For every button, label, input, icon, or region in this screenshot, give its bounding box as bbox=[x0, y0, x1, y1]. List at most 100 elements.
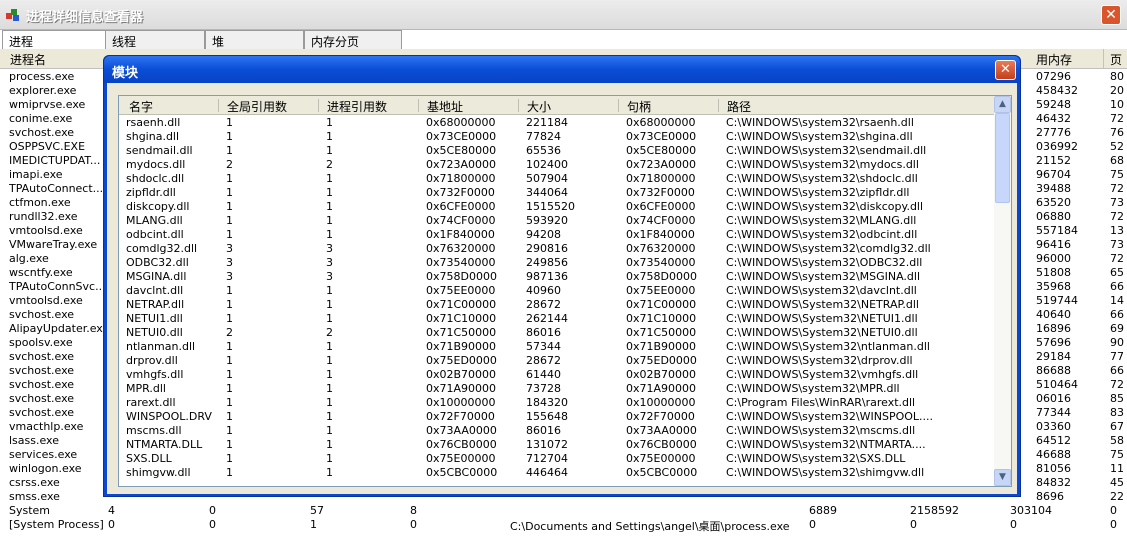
module-cell-base: 0x68000000 bbox=[426, 116, 496, 129]
header-handle[interactable]: 句柄 bbox=[627, 98, 651, 115]
app-icon bbox=[6, 9, 19, 21]
tab-process[interactable]: 进程 bbox=[2, 30, 106, 50]
memory-value: 557184 bbox=[1036, 224, 1078, 237]
header-memory[interactable]: 用内存 bbox=[1036, 51, 1072, 68]
scroll-thumb[interactable] bbox=[995, 113, 1010, 203]
module-cell-p: 1 bbox=[326, 186, 333, 199]
module-row[interactable]: NTMARTA.DLL 1 1 0x76CB0000 131072 0x76CB0000 C… bbox=[119, 437, 995, 451]
module-cell-name: davclnt.dll bbox=[126, 284, 184, 297]
column-separator[interactable] bbox=[318, 99, 319, 112]
module-row[interactable]: rsaenh.dll 1 1 0x68000000 221184 0x68000000 C:… bbox=[119, 115, 995, 129]
module-cell-size: 28672 bbox=[526, 354, 561, 367]
header-process-name[interactable]: 进程名 bbox=[10, 51, 46, 68]
process-name: imapi.exe bbox=[9, 168, 63, 181]
header-pages[interactable]: 页 bbox=[1110, 51, 1122, 68]
module-row[interactable]: ODBC32.dll 3 3 0x73540000 249856 0x73540000 C:… bbox=[119, 255, 995, 269]
tab-memory-pages[interactable]: 内存分页 bbox=[304, 30, 402, 49]
module-cell-g: 1 bbox=[226, 116, 233, 129]
module-cell-name: WINSPOOL.DRV bbox=[126, 410, 212, 423]
module-cell-base: 0x723A0000 bbox=[426, 158, 497, 171]
pages-value: 45 bbox=[1110, 476, 1124, 489]
module-cell-g: 1 bbox=[226, 298, 233, 311]
module-cell-path: C:\WINDOWS\system32\diskcopy.dll bbox=[726, 200, 924, 213]
module-cell-handle: 0x73CE0000 bbox=[626, 130, 697, 143]
module-row[interactable]: vmhgfs.dll 1 1 0x02B70000 61440 0x02B70000 C:\… bbox=[119, 367, 995, 381]
module-cell-name: ODBC32.dll bbox=[126, 256, 189, 269]
module-row[interactable]: davclnt.dll 1 1 0x75EE0000 40960 0x75EE0000 C:… bbox=[119, 283, 995, 297]
module-cell-g: 1 bbox=[226, 312, 233, 325]
header-name[interactable]: 名字 bbox=[129, 98, 153, 115]
module-row[interactable]: MLANG.dll 1 1 0x74CF0000 593920 0x74CF0000 C:\… bbox=[119, 213, 995, 227]
module-row[interactable]: zipfldr.dll 1 1 0x732F0000 344064 0x732F0000 C… bbox=[119, 185, 995, 199]
memory-value: 35968 bbox=[1036, 280, 1071, 293]
module-cell-path: C:\WINDOWS\system32\ODBC32.dll bbox=[726, 256, 923, 269]
tab-heap[interactable]: 堆 bbox=[205, 30, 304, 49]
module-row[interactable]: ntlanman.dll 1 1 0x71B90000 57344 0x71B90000 C… bbox=[119, 339, 995, 353]
module-row[interactable]: odbcint.dll 1 1 0x1F840000 94208 0x1F840000 C:… bbox=[119, 227, 995, 241]
window-close-button[interactable]: ✕ bbox=[1101, 5, 1121, 25]
module-cell-handle: 0x10000000 bbox=[626, 396, 696, 409]
module-cell-path: C:\WINDOWS\system32\MPR.dll bbox=[726, 382, 900, 395]
memory-value: 40640 bbox=[1036, 308, 1071, 321]
module-cell-base: 0x71B90000 bbox=[426, 340, 497, 353]
column-separator[interactable] bbox=[418, 99, 419, 112]
process-name: IMEDICTUPDAT... bbox=[9, 154, 101, 167]
module-row[interactable]: shgina.dll 1 1 0x73CE0000 77824 0x73CE0000 C:\… bbox=[119, 129, 995, 143]
module-row[interactable]: NETRAP.dll 1 1 0x71C00000 28672 0x71C00000 C:\… bbox=[119, 297, 995, 311]
module-cell-size: 507904 bbox=[526, 172, 568, 185]
module-row[interactable]: shdoclc.dll 1 1 0x71800000 507904 0x71800000 C… bbox=[119, 171, 995, 185]
process-name: svchost.exe bbox=[9, 308, 75, 321]
module-cell-p: 1 bbox=[326, 116, 333, 129]
module-row[interactable]: mscms.dll 1 1 0x73AA0000 86016 0x73AA0000 C:\W… bbox=[119, 423, 995, 437]
module-row[interactable]: shimgvw.dll 1 1 0x5CBC0000 446464 0x5CBC0000 C… bbox=[119, 465, 995, 479]
module-cell-size: 40960 bbox=[526, 284, 561, 297]
column-separator[interactable] bbox=[518, 99, 519, 112]
module-cell-base: 0x10000000 bbox=[426, 396, 496, 409]
process-name: svchost.exe bbox=[9, 364, 75, 377]
module-cell-path: C:\WINDOWS\system32\mscms.dll bbox=[726, 424, 916, 437]
pages-value: 11 bbox=[1110, 462, 1124, 475]
column-separator[interactable] bbox=[618, 99, 619, 112]
module-row[interactable]: sendmail.dll 1 1 0x5CE80000 65536 0x5CE80000 C… bbox=[119, 143, 995, 157]
module-row[interactable]: diskcopy.dll 1 1 0x6CFE0000 1515520 0x6CFE000… bbox=[119, 199, 995, 213]
module-cell-path: C:\WINDOWS\system32\WINSPOOL.... bbox=[726, 410, 934, 423]
header-path[interactable]: 路径 bbox=[727, 98, 751, 115]
module-row[interactable]: WINSPOOL.DRV 1 1 0x72F70000 155648 0x72F70000… bbox=[119, 409, 995, 423]
module-row[interactable]: rarext.dll 1 1 0x10000000 184320 0x10000000 C:… bbox=[119, 395, 995, 409]
header-global-refcount[interactable]: 全局引用数 bbox=[227, 98, 287, 115]
header-base-address[interactable]: 基地址 bbox=[427, 98, 463, 115]
process-name: explorer.exe bbox=[9, 84, 77, 97]
module-row[interactable]: drprov.dll 1 1 0x75ED0000 28672 0x75ED0000 C:\… bbox=[119, 353, 995, 367]
vertical-scrollbar[interactable]: ▲ ▼ bbox=[994, 96, 1011, 486]
module-row[interactable]: SXS.DLL 1 1 0x75E00000 712704 0x75E00000 C:\WI… bbox=[119, 451, 995, 465]
module-row[interactable]: MPR.dll 1 1 0x71A90000 73728 0x71A90000 C:\WIN… bbox=[119, 381, 995, 395]
module-row[interactable]: comdlg32.dll 3 3 0x76320000 290816 0x76320000… bbox=[119, 241, 995, 255]
pages-value: 85 bbox=[1110, 392, 1124, 405]
header-process-refcount[interactable]: 进程引用数 bbox=[327, 98, 387, 115]
scroll-up-icon[interactable]: ▲ bbox=[994, 96, 1011, 113]
header-size[interactable]: 大小 bbox=[527, 98, 551, 115]
module-cell-g: 1 bbox=[226, 438, 233, 451]
module-cell-p: 1 bbox=[326, 466, 333, 479]
module-cell-handle: 0x74CF0000 bbox=[626, 214, 696, 227]
scroll-down-icon[interactable]: ▼ bbox=[994, 469, 1011, 486]
dialog-close-button[interactable]: ✕ bbox=[995, 60, 1016, 80]
module-cell-g: 3 bbox=[226, 270, 233, 283]
table-row[interactable]: System 4 0 57 8 6889 2158592 303104 0 bbox=[0, 504, 1127, 518]
process-name: vmtoolsd.exe bbox=[9, 224, 83, 237]
module-row[interactable]: mydocs.dll 2 2 0x723A0000 102400 0x723A0000 C:… bbox=[119, 157, 995, 171]
column-separator[interactable] bbox=[218, 99, 219, 112]
module-row[interactable]: MSGINA.dll 3 3 0x758D0000 987136 0x758D0000 C:… bbox=[119, 269, 995, 283]
table-row[interactable]: [System Process] 0 0 1 0 C:\Documents and Set… bbox=[0, 518, 1127, 533]
module-cell-p: 1 bbox=[326, 354, 333, 367]
module-row[interactable]: NETUI1.dll 1 1 0x71C10000 262144 0x71C10000 C:… bbox=[119, 311, 995, 325]
module-cell-g: 2 bbox=[226, 158, 233, 171]
column-separator[interactable] bbox=[1103, 49, 1104, 69]
module-row[interactable]: NETUI0.dll 2 2 0x71C50000 86016 0x71C50000 C:\… bbox=[119, 325, 995, 339]
module-cell-g: 1 bbox=[226, 214, 233, 227]
module-cell-name: odbcint.dll bbox=[126, 228, 184, 241]
module-cell-base: 0x71800000 bbox=[426, 172, 496, 185]
column-separator[interactable] bbox=[718, 99, 719, 112]
tab-threads[interactable]: 线程 bbox=[105, 30, 205, 49]
memory-value: 27776 bbox=[1036, 126, 1071, 139]
